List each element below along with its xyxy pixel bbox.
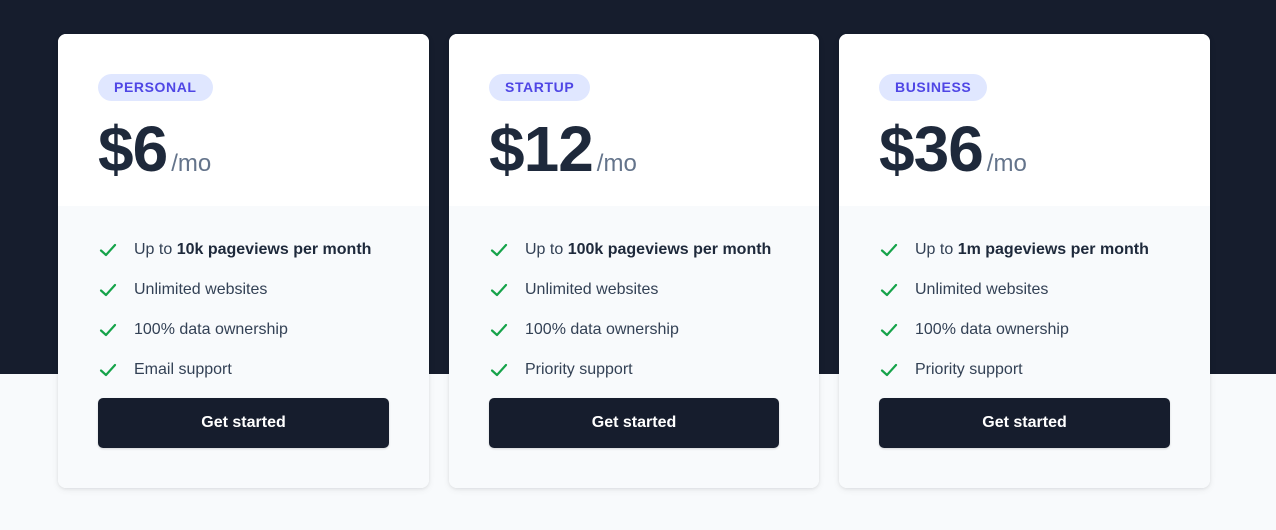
plan-price: $6 [98,113,168,185]
price-period: /mo [171,150,212,177]
check-icon [489,360,509,380]
feature-item: Up to 10k pageviews per month [98,230,371,270]
get-started-button[interactable]: Get started [879,398,1170,448]
check-icon [98,240,118,260]
feature-text: 100% data ownership [915,321,1069,338]
feature-text: 100% data ownership [525,321,679,338]
feature-item: Unlimited websites [98,270,371,310]
feature-text: Up to 100k pageviews per month [525,241,772,258]
plan-price: $12 [489,113,594,185]
feature-text: Unlimited websites [915,281,1049,298]
feature-item: 100% data ownership [98,310,371,350]
plan-badge: PERSONAL [98,74,213,101]
check-icon [879,320,899,340]
feature-item: Priority support [879,350,1149,390]
pricing-card-header: BUSINESS $36 /mo [839,34,1210,206]
price-row: $6 /mo [98,114,211,184]
pricing-card-header: PERSONAL $6 /mo [58,34,429,206]
feature-text: Email support [134,361,232,378]
pricing-card-body: Up to 1m pageviews per month Unlimited w… [839,206,1210,488]
check-icon [489,240,509,260]
feature-text: Unlimited websites [134,281,268,298]
feature-text: Priority support [525,361,633,378]
pricing-card-body: Up to 100k pageviews per month Unlimited… [449,206,819,488]
pricing-card-startup: STARTUP $12 /mo Up to 100k pageviews per… [449,34,819,488]
check-icon [98,360,118,380]
check-icon [98,280,118,300]
pricing-card-personal: PERSONAL $6 /mo Up to 10k pageviews per … [58,34,429,488]
feature-item: 100% data ownership [489,310,771,350]
feature-item: Up to 1m pageviews per month [879,230,1149,270]
pricing-card-body: Up to 10k pageviews per month Unlimited … [58,206,429,488]
get-started-button[interactable]: Get started [98,398,389,448]
feature-list: Up to 10k pageviews per month Unlimited … [98,230,371,390]
check-icon [879,360,899,380]
feature-item: Email support [98,350,371,390]
feature-text: Unlimited websites [525,281,659,298]
feature-text: 100% data ownership [134,321,288,338]
feature-text: Priority support [915,361,1023,378]
check-icon [489,320,509,340]
feature-list: Up to 100k pageviews per month Unlimited… [489,230,771,390]
pricing-card-header: STARTUP $12 /mo [449,34,819,206]
feature-text: Up to 1m pageviews per month [915,241,1149,258]
get-started-button[interactable]: Get started [489,398,779,448]
feature-item: 100% data ownership [879,310,1149,350]
check-icon [98,320,118,340]
check-icon [489,280,509,300]
price-row: $36 /mo [879,114,1027,184]
feature-item: Priority support [489,350,771,390]
feature-list: Up to 1m pageviews per month Unlimited w… [879,230,1149,390]
feature-item: Unlimited websites [879,270,1149,310]
feature-item: Unlimited websites [489,270,771,310]
check-icon [879,240,899,260]
price-period: /mo [986,150,1027,177]
feature-text: Up to 10k pageviews per month [134,241,372,258]
pricing-card-business: BUSINESS $36 /mo Up to 1m pageviews per … [839,34,1210,488]
plan-price: $36 [879,113,984,185]
price-period: /mo [596,150,637,177]
check-icon [879,280,899,300]
price-row: $12 /mo [489,114,637,184]
plan-badge: STARTUP [489,74,591,101]
plan-badge: BUSINESS [879,74,988,101]
feature-item: Up to 100k pageviews per month [489,230,771,270]
